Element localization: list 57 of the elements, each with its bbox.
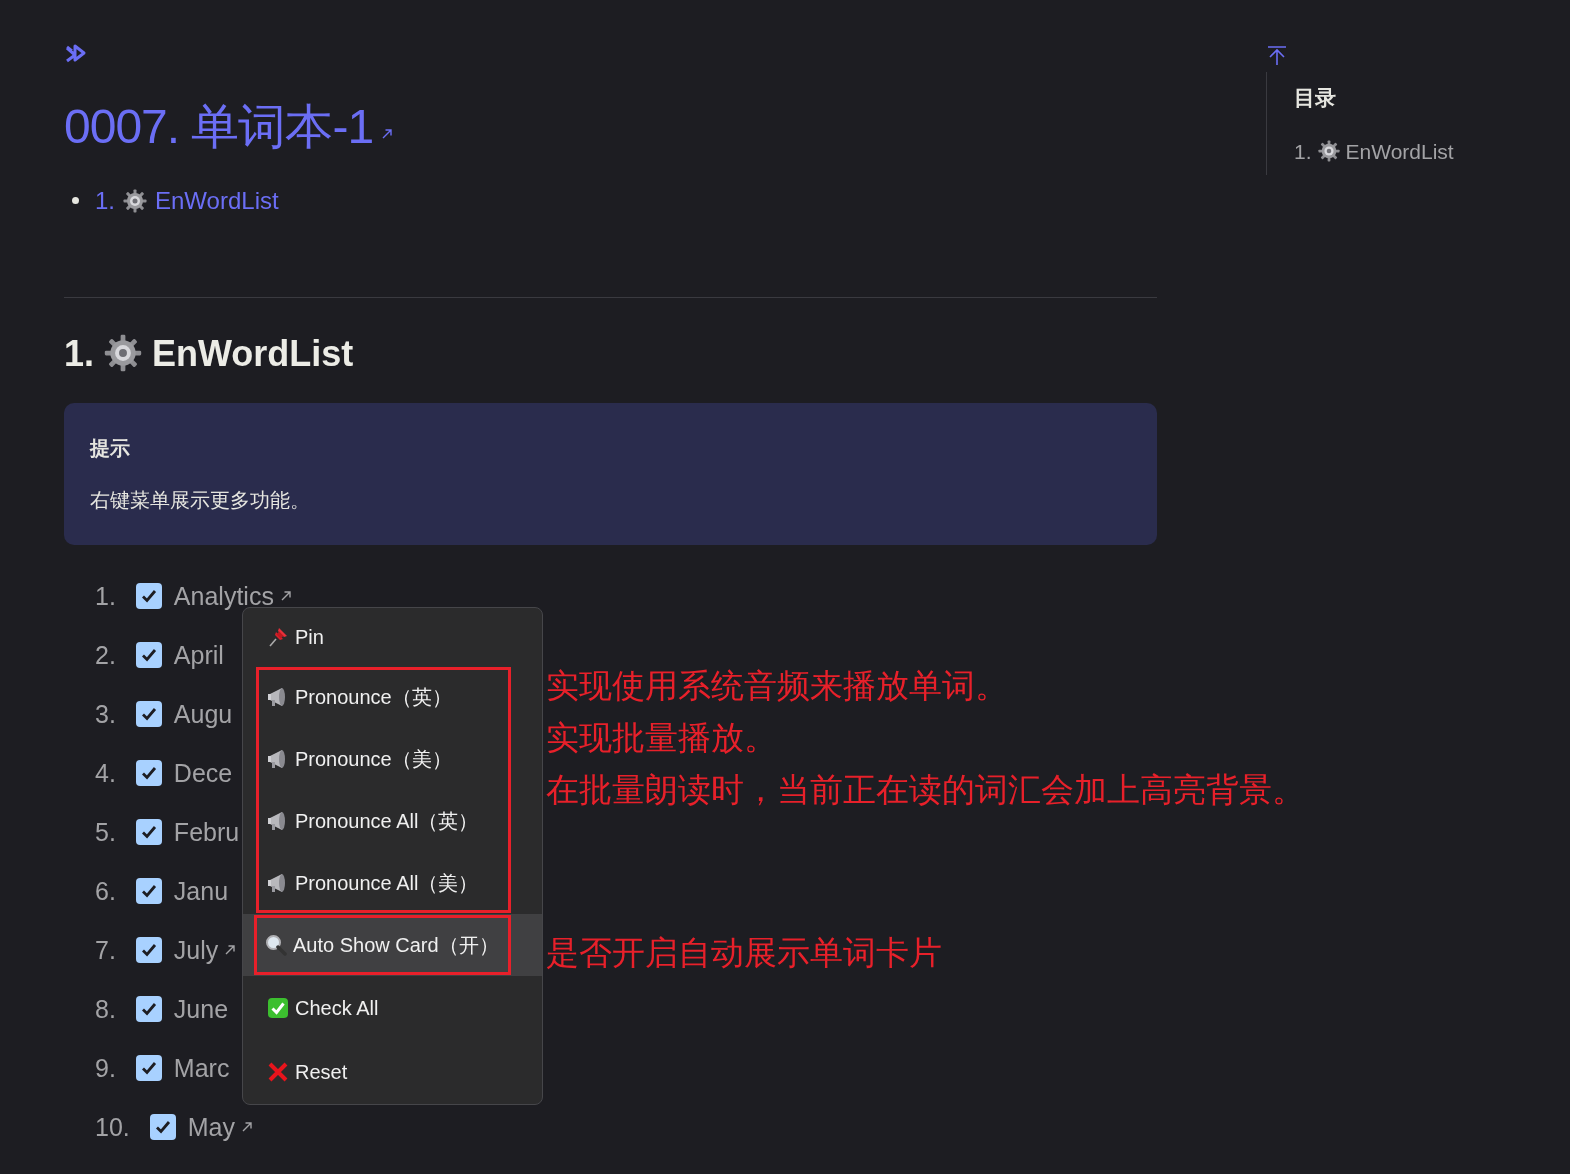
list-number: 6.	[95, 875, 116, 907]
checkbox[interactable]	[135, 1055, 162, 1082]
back-to-top-icon	[1266, 44, 1288, 65]
bullet-icon	[72, 197, 79, 205]
list-number: 1.	[95, 580, 116, 612]
cross-icon	[267, 1060, 289, 1083]
word-link[interactable]: July	[173, 931, 219, 970]
heading-number: 1.	[64, 331, 95, 375]
menu-item[interactable]: Reset	[243, 1039, 542, 1104]
menu-item[interactable]: Pronounce All（英）	[255, 789, 512, 852]
checkbox[interactable]	[135, 642, 162, 669]
word-link[interactable]: Febru	[173, 813, 240, 852]
outline-item[interactable]: 1. EnWordList	[1294, 135, 1454, 167]
checkbox[interactable]	[135, 819, 162, 846]
section-heading: EnWordList	[152, 331, 354, 375]
magnifier-icon	[265, 933, 287, 956]
menu-item[interactable]: Pronounce（美）	[255, 727, 512, 790]
annotation-text: 是否开启自动展示单词卡片	[546, 933, 942, 973]
checkbox[interactable]	[135, 937, 162, 964]
gear-icon	[1317, 140, 1340, 163]
outline-title: 目录	[1294, 85, 1337, 111]
callout-title: 提示	[90, 435, 131, 461]
list-number: 8.	[95, 993, 116, 1025]
checkbox[interactable]	[135, 583, 162, 610]
word-link[interactable]: April	[173, 636, 224, 675]
link-arrow-icon	[381, 127, 394, 140]
word-link[interactable]: May	[187, 1108, 235, 1147]
word-link[interactable]: Augu	[173, 695, 233, 734]
gear-icon	[123, 188, 147, 213]
word-link[interactable]: Janu	[173, 872, 229, 911]
checkbox[interactable]	[149, 1114, 176, 1141]
list-number: 4.	[95, 757, 116, 789]
checkbox[interactable]	[135, 878, 162, 905]
pin-icon	[267, 625, 289, 648]
menu-item[interactable]: Pronounce All（美）	[255, 851, 512, 914]
word-link[interactable]: Marc	[173, 1049, 230, 1088]
toc-link[interactable]: 1. EnWordList	[95, 182, 279, 219]
word-link[interactable]: June	[173, 990, 229, 1029]
checkbox[interactable]	[135, 701, 162, 728]
list-number: 3.	[95, 698, 116, 730]
list-number: 10.	[95, 1111, 130, 1143]
checkbox[interactable]	[135, 996, 162, 1023]
menu-item[interactable]: Check All	[243, 975, 542, 1040]
word-link[interactable]: Dece	[173, 754, 233, 793]
annotation-text: 实现使用系统音频来播放单词。	[546, 666, 1009, 706]
list-number: 9.	[95, 1052, 116, 1084]
page-title: 0007. 单词本-1	[64, 99, 374, 155]
checkbox[interactable]	[135, 760, 162, 787]
annotation-text: 在批量朗读时，当前正在读的词汇会加上高亮背景。	[546, 770, 1305, 810]
list-number: 7.	[95, 934, 116, 966]
list-number: 2.	[95, 639, 116, 671]
check-icon	[267, 996, 289, 1019]
annotation-text: 实现批量播放。	[546, 718, 778, 758]
list-number: 5.	[95, 816, 116, 848]
callout-text: 右键菜单展示更多功能。	[90, 487, 311, 513]
gear-icon	[104, 334, 143, 373]
menu-item[interactable]: Pronounce（英）	[255, 665, 512, 728]
